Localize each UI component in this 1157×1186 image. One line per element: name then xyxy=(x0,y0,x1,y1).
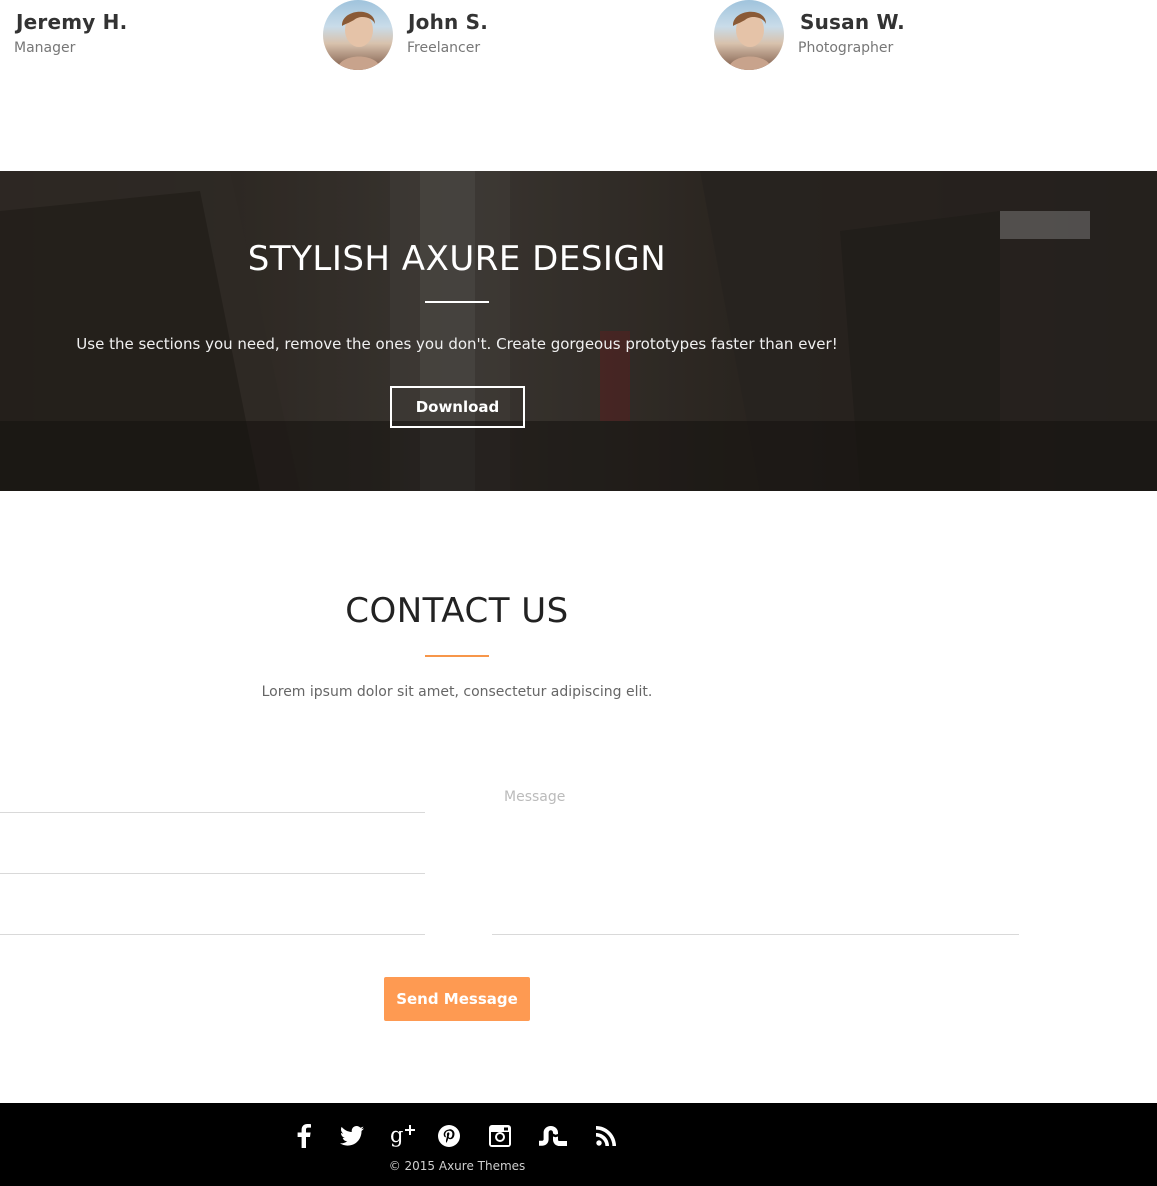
contact-divider xyxy=(425,655,489,657)
member-name: John S. xyxy=(408,10,489,34)
subject-field-underline xyxy=(0,934,425,935)
email-field[interactable] xyxy=(0,839,429,871)
contact-title: CONTACT US xyxy=(345,591,569,631)
instagram-icon[interactable] xyxy=(486,1122,514,1150)
avatar xyxy=(714,0,784,70)
member-name: Jeremy H. xyxy=(16,10,128,34)
member-role: Photographer xyxy=(798,40,894,56)
message-field[interactable] xyxy=(492,780,1019,930)
hero-divider xyxy=(425,301,489,303)
hero-description: Use the sections you need, remove the on… xyxy=(76,335,838,353)
google-plus-icon[interactable]: g xyxy=(389,1121,417,1149)
send-message-button[interactable]: Send Message xyxy=(384,977,530,1021)
contact-subtitle: Lorem ipsum dolor sit amet, consectetur … xyxy=(261,684,653,700)
download-button[interactable]: Download xyxy=(390,386,525,428)
name-field[interactable] xyxy=(0,778,429,810)
avatar xyxy=(323,0,393,70)
member-name: Susan W. xyxy=(800,10,905,34)
city-background-image xyxy=(0,171,1157,491)
hero-title: STYLISH AXURE DESIGN xyxy=(247,239,667,279)
twitter-icon[interactable] xyxy=(338,1122,366,1150)
stumbleupon-icon[interactable] xyxy=(539,1122,567,1150)
footer: g © 2015 Axure Themes xyxy=(0,1103,1157,1186)
copyright-text: © 2015 Axure Themes xyxy=(388,1159,526,1173)
rss-icon[interactable] xyxy=(592,1122,620,1150)
name-field-underline xyxy=(0,812,425,813)
facebook-icon[interactable] xyxy=(290,1122,318,1150)
subject-field[interactable] xyxy=(0,900,429,932)
message-field-underline xyxy=(492,934,1019,935)
pinterest-icon[interactable] xyxy=(435,1122,463,1150)
svg-text:g: g xyxy=(390,1123,403,1147)
member-role: Freelancer xyxy=(407,40,481,56)
email-field-underline xyxy=(0,873,425,874)
member-role: Manager xyxy=(14,40,76,56)
hero-banner: STYLISH AXURE DESIGN Use the sections yo… xyxy=(0,171,1157,491)
